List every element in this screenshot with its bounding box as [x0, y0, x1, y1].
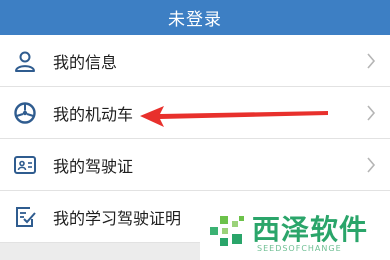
menu-item-my-license[interactable]: 我的驾驶证	[0, 139, 390, 191]
chevron-right-icon	[366, 156, 376, 173]
title-bar: 未登录	[0, 0, 390, 35]
menu-item-my-info[interactable]: 我的信息	[0, 35, 390, 87]
watermark-title: 西泽软件	[252, 213, 369, 246]
menu-item-label: 我的驾驶证	[53, 156, 134, 176]
menu-item-label: 我的机动车	[53, 104, 134, 124]
chevron-right-icon	[366, 52, 376, 69]
steering-wheel-icon	[13, 101, 37, 125]
document-check-icon	[13, 205, 37, 229]
menu-item-label: 我的学习驾驶证明	[53, 208, 182, 228]
user-icon	[13, 49, 37, 73]
watermark-subtitle: SEEDSOFCHANGE	[257, 244, 342, 253]
menu-item-my-vehicle[interactable]: 我的机动车	[0, 87, 390, 139]
watermark-logo-icon	[210, 216, 244, 246]
page-title: 未登录	[168, 10, 222, 30]
menu-item-label: 我的信息	[53, 52, 118, 72]
chevron-right-icon	[366, 104, 376, 121]
watermark: 西泽软件 SEEDSOFCHANGE	[200, 204, 390, 260]
id-card-icon	[13, 153, 37, 177]
